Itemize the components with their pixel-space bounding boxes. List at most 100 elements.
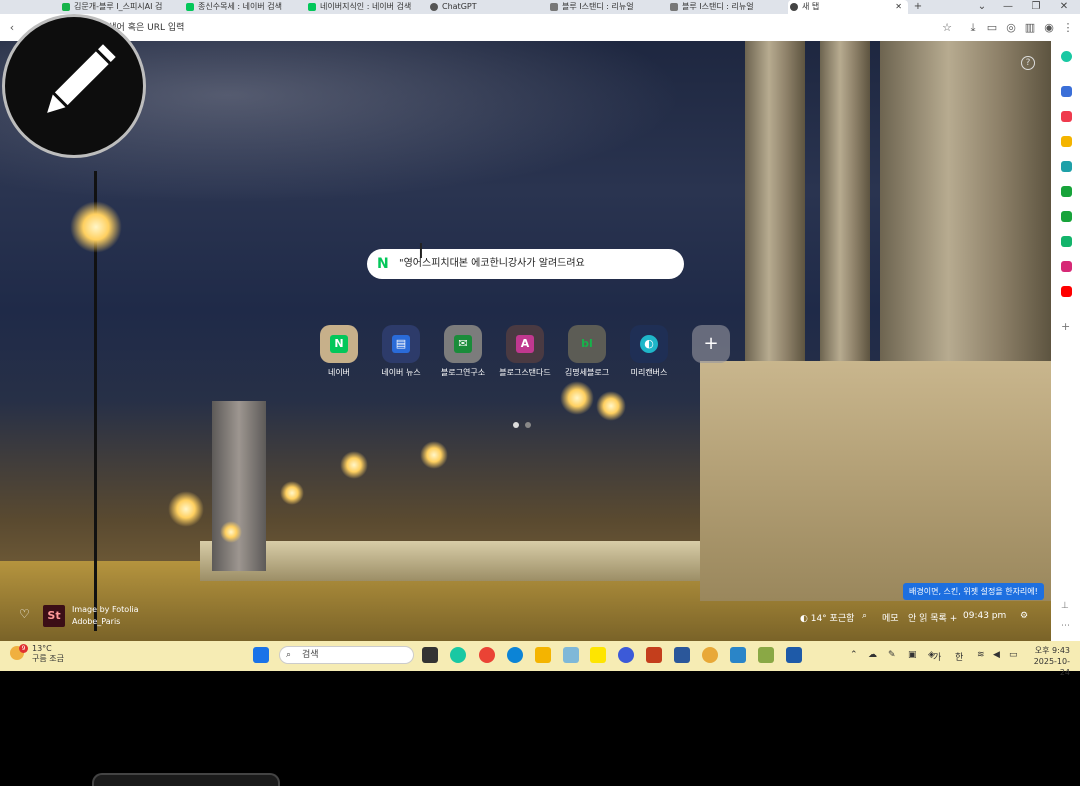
file-explorer-icon[interactable] (535, 647, 551, 663)
naver-icon: N (330, 335, 348, 353)
new-tab-button[interactable]: + (908, 0, 928, 13)
shortcut-add[interactable]: + (681, 325, 741, 363)
tab-5[interactable]: 블루 I스탠디 : 리뉴얼 (548, 0, 664, 14)
windows-start-icon[interactable] (253, 647, 269, 663)
more-icon[interactable]: ⋯ (1061, 621, 1072, 632)
tab-1[interactable]: 김문개-블루 I_스피시AI 검 (60, 0, 178, 14)
pin-icon[interactable]: ⊥ (1061, 601, 1072, 612)
app-icon[interactable] (758, 647, 774, 663)
snipping-tool-icon[interactable] (563, 647, 579, 663)
battery-icon[interactable]: ▭ (1009, 650, 1018, 660)
cloud-icon[interactable]: ☁ (868, 650, 877, 660)
blog-icon: bl (581, 337, 593, 350)
search-app-icon[interactable] (702, 647, 718, 663)
taskbar-weather[interactable]: 9 13°C 구름 조금 (10, 644, 64, 664)
tab-4[interactable]: ChatGPT (428, 0, 544, 14)
page-dot[interactable] (525, 422, 531, 428)
memo-button[interactable]: 메모 (882, 611, 899, 624)
word-icon[interactable] (674, 647, 690, 663)
tab-new-tab[interactable]: 새 탭 ✕ (788, 0, 908, 14)
search-icon[interactable]: ⌕ (862, 611, 867, 621)
capture-icon[interactable]: ◎ (1004, 21, 1018, 35)
moon-icon: ◐ (800, 614, 808, 624)
naver-logo-icon: N (377, 256, 389, 272)
pocket-icon[interactable] (1061, 111, 1072, 122)
image-credit-author: Adobe_Paris (72, 617, 121, 626)
pencil-tool-button[interactable] (2, 14, 146, 158)
video-icon[interactable]: ▭ (985, 21, 999, 35)
adobe-stock-logo: St (43, 605, 65, 627)
taskbar-clock[interactable]: 오후 9:43 2025-10-24 (1030, 645, 1070, 678)
close-window-button[interactable]: ✕ (1054, 0, 1074, 13)
shortcut-blog-lab[interactable]: ✉ 블로그연구소 (433, 325, 493, 378)
floating-toolbar[interactable] (92, 773, 280, 786)
shortcut-naver[interactable]: N 네이버 (309, 325, 369, 378)
sidebar-toggle-icon[interactable]: ▥ (1023, 21, 1037, 35)
weather-widget[interactable]: ◐ 14° 포근함 (800, 611, 854, 624)
chrome-icon[interactable] (479, 647, 495, 663)
calculator-icon[interactable] (730, 647, 746, 663)
weather-text: 14° 포근함 (810, 614, 855, 624)
zoom-app-icon[interactable] (618, 647, 634, 663)
translate-icon[interactable] (1061, 161, 1072, 172)
tab-2[interactable]: 종신수목세 : 네이버 검색 (184, 0, 300, 14)
reading-list-button[interactable]: 안 읽 목록 + (908, 611, 957, 624)
tab-favicon-icon (186, 3, 194, 11)
volume-icon[interactable]: ◀ (993, 650, 1000, 660)
shortcut-label: 블로그연구소 (440, 368, 486, 377)
kakaotalk-icon[interactable] (590, 647, 606, 663)
time-widget: 09:43 pm (963, 611, 1007, 621)
tab-list-chevron-icon[interactable]: ⌄ (972, 0, 992, 13)
star-icon[interactable] (1061, 136, 1072, 147)
shortcut-kim-blog[interactable]: bl 김명세블로그 (557, 325, 617, 378)
side-panel: + ⊥ ⋯ (1051, 41, 1080, 641)
add-panel-icon[interactable]: + (1061, 321, 1072, 332)
whale-browser-icon[interactable] (450, 647, 466, 663)
heart-icon[interactable]: ♡ (19, 607, 30, 621)
task-view-icon[interactable] (422, 647, 438, 663)
wallpaper-lamp-glow (420, 441, 448, 469)
bookmark-star-icon[interactable]: ☆ (940, 21, 954, 35)
pen-icon[interactable]: ✎ (888, 650, 896, 660)
ime-language[interactable]: 한 (955, 650, 963, 663)
shortcut-miricanvas[interactable]: ◐ 미리캔버스 (619, 325, 679, 378)
chatgpt-icon (430, 3, 438, 11)
tab-3[interactable]: 네이버지식인 : 네이버 검색 (306, 0, 424, 14)
youtube-icon[interactable] (1061, 286, 1072, 297)
ime-mode[interactable]: 가 (933, 650, 941, 663)
tab-6[interactable]: 블루 I스탠디 : 리뉴얼 (668, 0, 784, 14)
page-dot-active[interactable] (513, 422, 519, 428)
search-box[interactable]: N "영어스피치대본 에코한니강사가 알려드려요 (367, 249, 684, 279)
shortcut-naver-news[interactable]: ▤ 네이버 뉴스 (371, 325, 431, 378)
chat-icon[interactable] (1061, 186, 1072, 197)
edge-icon[interactable] (507, 647, 523, 663)
wifi-icon[interactable]: ≋ (977, 650, 985, 660)
search-icon: ⌕ (286, 650, 292, 660)
menu-icon[interactable]: ⋮ (1061, 21, 1075, 35)
tab-label: 김문개-블루 I_스피시AI 검 (74, 2, 163, 11)
taskbar-search[interactable]: ⌕ 검색 (279, 646, 414, 664)
help-icon[interactable]: ? (1021, 56, 1035, 70)
bus-icon[interactable] (1061, 236, 1072, 247)
calendar-icon[interactable] (1061, 86, 1072, 97)
settings-gear-icon[interactable]: ⚙ (1020, 611, 1028, 621)
instagram-icon[interactable] (1061, 261, 1072, 272)
tray-chevron-icon[interactable]: ⌃ (850, 650, 858, 660)
download-icon[interactable]: ⤓ (966, 21, 980, 35)
tray-app-icon[interactable]: ▣ (908, 650, 917, 660)
powerpoint-icon[interactable] (646, 647, 662, 663)
stock-icon[interactable] (1061, 211, 1072, 222)
tab-favicon-icon (62, 3, 70, 11)
page-dots (513, 413, 537, 432)
wallpaper-lamp-glow (340, 451, 368, 479)
wallpaper-left-pillar (212, 401, 266, 571)
shortcut-label: 김명세블로그 (564, 368, 610, 377)
store-icon[interactable] (786, 647, 802, 663)
close-icon[interactable]: ✕ (895, 0, 902, 13)
restore-button[interactable]: ❐ (1026, 0, 1046, 13)
address-bar[interactable]: 검색어 혹은 URL 입력 (100, 19, 980, 37)
profile-icon[interactable]: ◉ (1042, 21, 1056, 35)
minimize-button[interactable]: — (998, 0, 1018, 13)
whale-sidebar-icon[interactable] (1061, 51, 1072, 62)
shortcut-blog-standard[interactable]: A 블로그스탠다드 (495, 325, 555, 378)
